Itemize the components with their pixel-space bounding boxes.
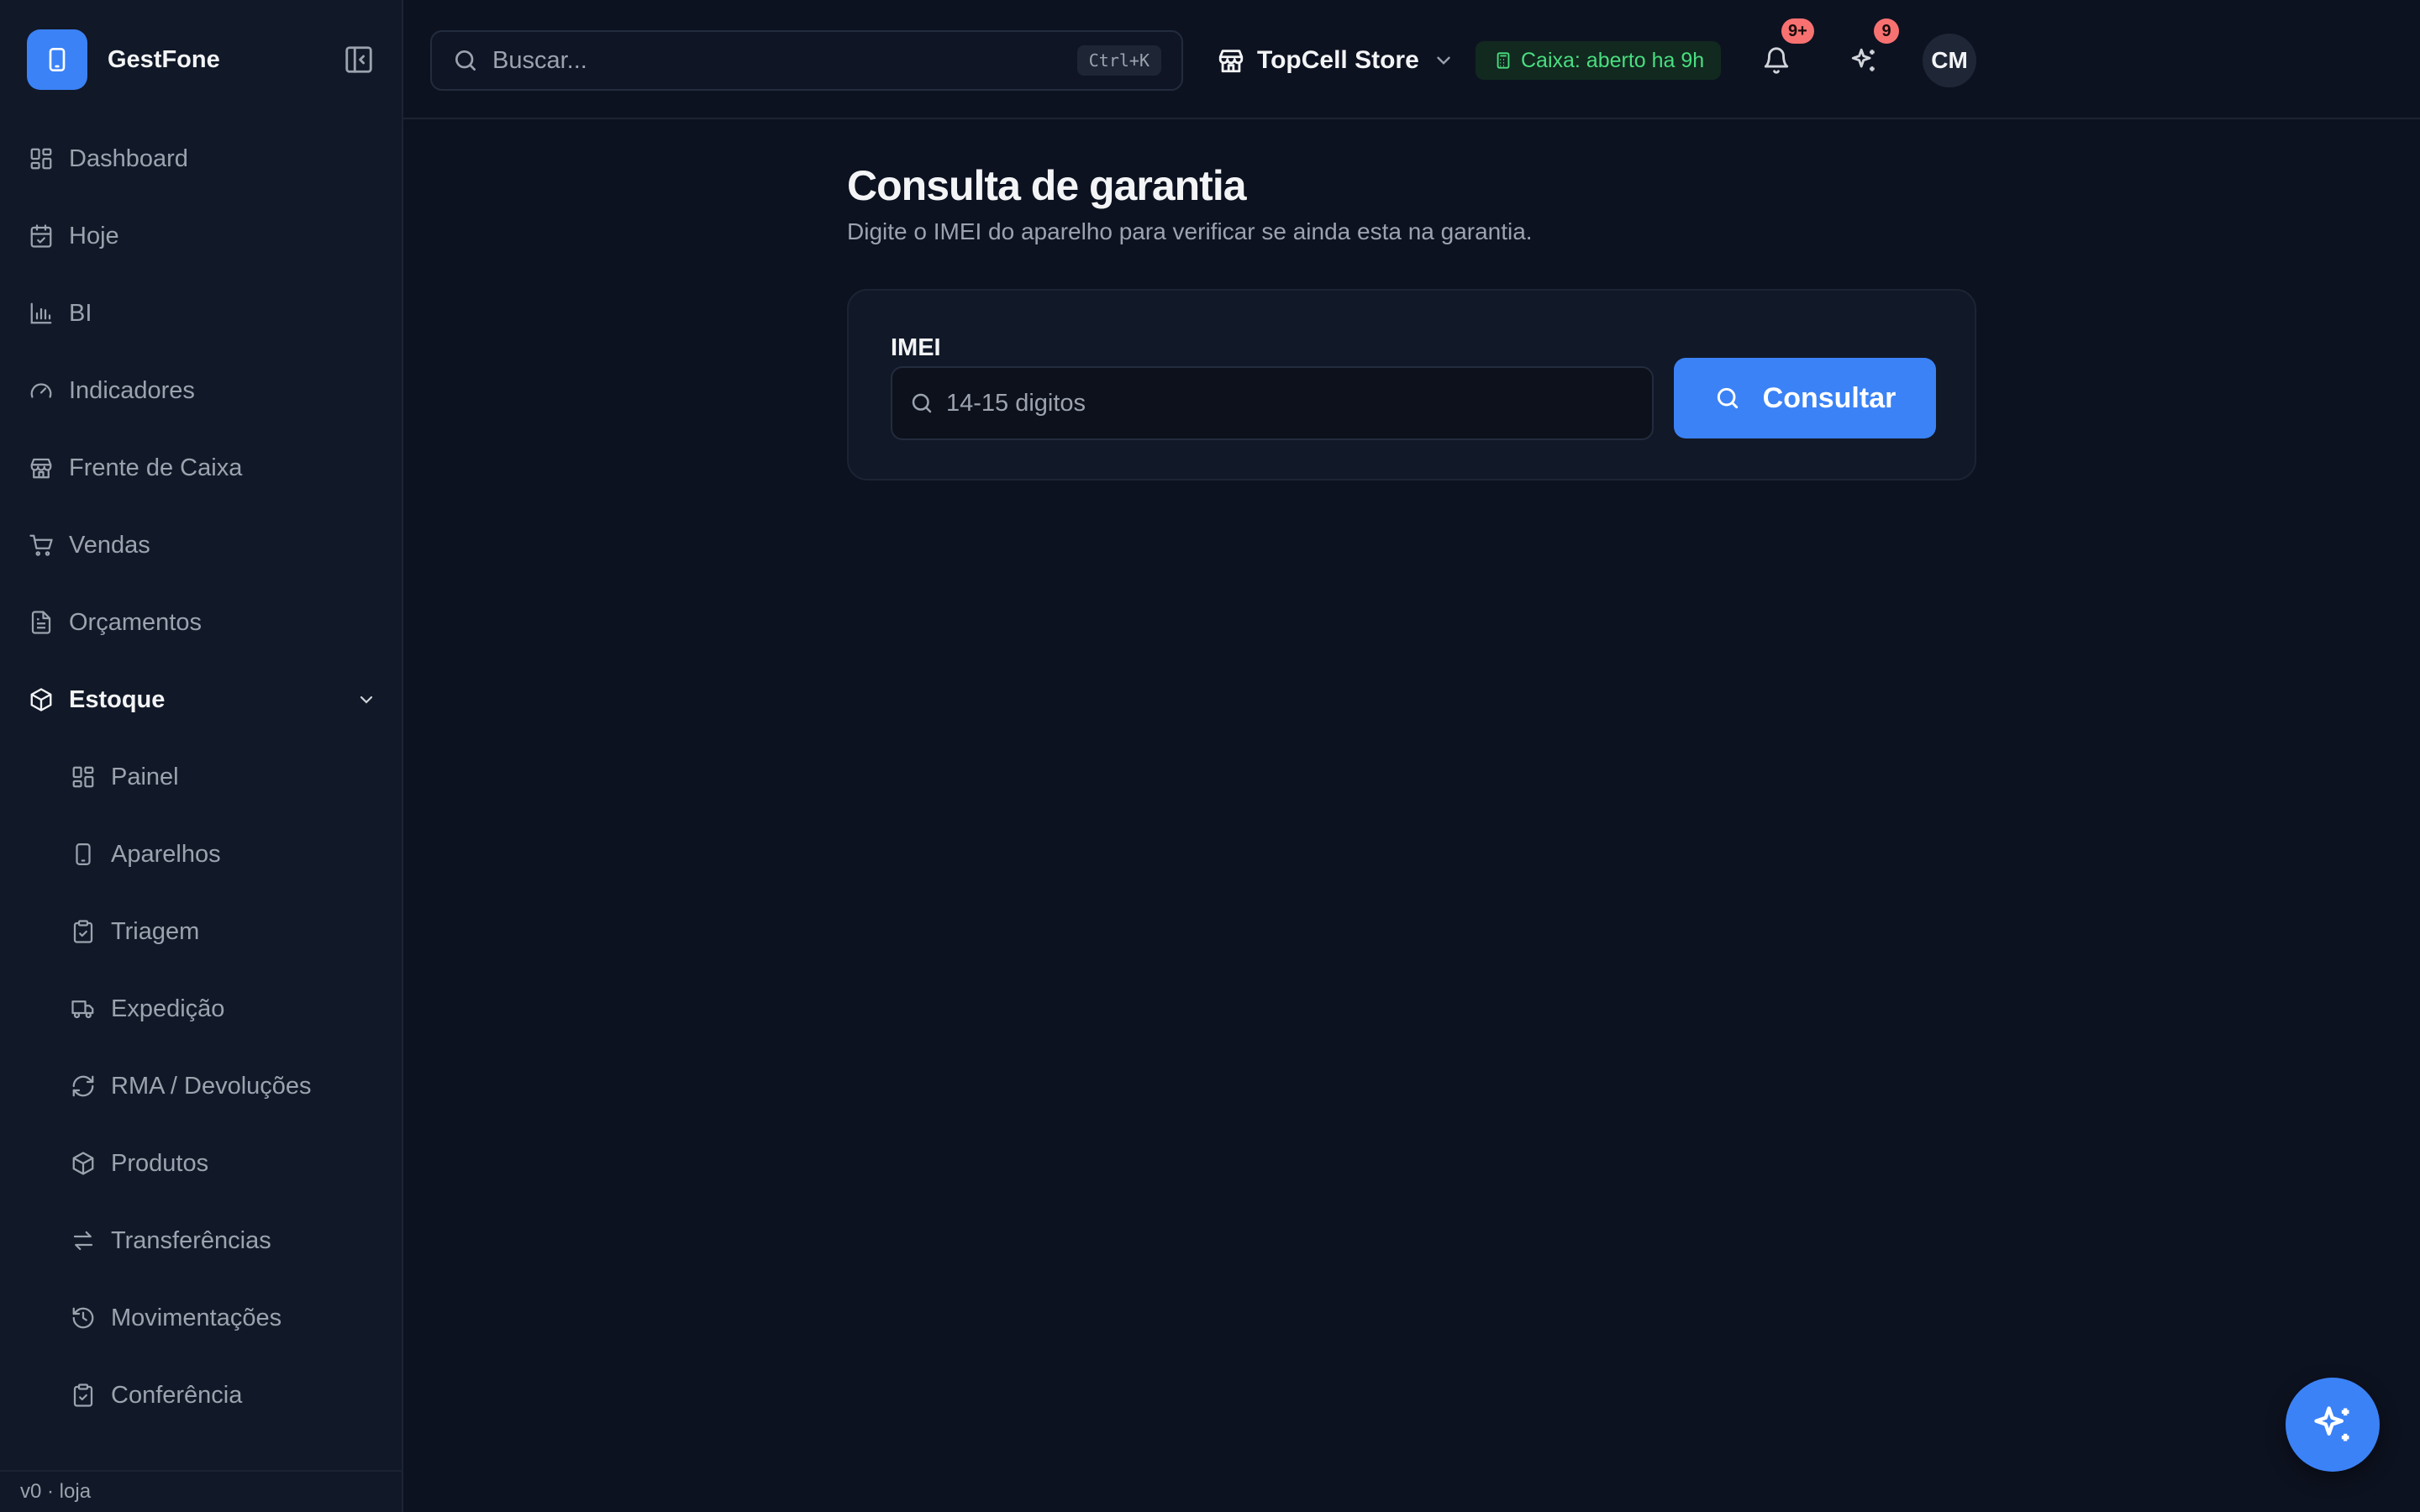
- refresh-icon: [69, 1072, 97, 1100]
- cart-icon: [27, 531, 55, 559]
- sidebar-item-produtos[interactable]: Produtos: [0, 1125, 403, 1202]
- sidebar-nav: Dashboard Hoje BI Indicadores Frente de …: [0, 120, 403, 1434]
- sidebar-item-label: Dashboard: [69, 144, 188, 172]
- dashboard-icon: [69, 763, 97, 791]
- clipboard-check-icon: [69, 1381, 97, 1410]
- sidebar-item-label: Frente de Caixa: [69, 454, 243, 481]
- sidebar-group-estoque[interactable]: Estoque: [0, 661, 403, 738]
- calculator-icon: [1494, 51, 1512, 70]
- warranty-lookup-card: IMEI Consultar: [847, 289, 1976, 480]
- sidebar-item-vendas[interactable]: Vendas: [0, 507, 403, 584]
- truck-icon: [69, 995, 97, 1023]
- sidebar: GestFone Dashboard Hoje BI Indicadores F…: [0, 0, 403, 1512]
- ai-count-badge: 9: [1874, 18, 1899, 44]
- imei-field-label: IMEI: [891, 334, 941, 361]
- sidebar-item-indicadores[interactable]: Indicadores: [0, 352, 403, 429]
- notifications-count-badge: 9+: [1781, 18, 1814, 44]
- bar-chart-icon: [27, 299, 55, 328]
- app-version: v0 · loja: [0, 1470, 402, 1512]
- sidebar-item-label: Painel: [111, 763, 179, 790]
- imei-field[interactable]: [891, 366, 1654, 440]
- sparkles-icon: [1851, 48, 1875, 71]
- history-icon: [69, 1304, 97, 1332]
- store-icon: [27, 454, 55, 482]
- search-icon: [1714, 385, 1741, 412]
- sidebar-item-bi[interactable]: BI: [0, 275, 403, 352]
- search-shortcut-hint: Ctrl+K: [1076, 45, 1161, 76]
- sidebar-item-label: BI: [69, 299, 92, 327]
- calendar-check-icon: [27, 222, 55, 250]
- sidebar-item-label: Movimentações: [111, 1304, 282, 1331]
- sparkles-icon: [2314, 1406, 2349, 1441]
- sidebar-item-label: Hoje: [69, 222, 119, 249]
- sidebar-item-label: Produtos: [111, 1149, 209, 1177]
- document-icon: [27, 608, 55, 637]
- sidebar-item-label: Triagem: [111, 917, 200, 945]
- sidebar-group-label: Estoque: [69, 685, 166, 713]
- smartphone-logo-icon: [27, 29, 87, 90]
- sidebar-item-aparelhos[interactable]: Aparelhos: [0, 816, 403, 893]
- sidebar-item-label: Aparelhos: [111, 840, 221, 868]
- store-selector[interactable]: TopCell Store: [1217, 34, 1455, 87]
- chevron-down-icon: [1433, 50, 1455, 71]
- sidebar-item-rma-devolucoes[interactable]: RMA / Devoluções: [0, 1047, 403, 1125]
- sidebar-item-label: Orçamentos: [69, 608, 202, 636]
- avatar[interactable]: CM: [1923, 34, 1976, 87]
- brand: GestFone: [27, 29, 376, 91]
- caixa-status-badge[interactable]: Caixa: aberto ha 9h: [1476, 41, 1722, 80]
- bell-icon: [1764, 47, 1789, 74]
- global-search[interactable]: Ctrl+K: [430, 30, 1183, 91]
- consultar-button-label: Consultar: [1762, 381, 1897, 414]
- sidebar-item-frente-de-caixa[interactable]: Frente de Caixa: [0, 429, 403, 507]
- search-input[interactable]: [492, 46, 1064, 75]
- sidebar-item-orcamentos[interactable]: Orçamentos: [0, 584, 403, 661]
- gauge-icon: [27, 376, 55, 405]
- clipboard-check-icon: [69, 917, 97, 946]
- arrows-swap-icon: [69, 1226, 97, 1255]
- page-title: Consulta de garantia: [847, 162, 1247, 209]
- imei-input[interactable]: [946, 389, 1652, 417]
- store-icon: [1217, 46, 1245, 75]
- sidebar-item-painel[interactable]: Painel: [0, 738, 403, 816]
- sidebar-item-label: Transferências: [111, 1226, 271, 1254]
- sidebar-item-dashboard[interactable]: Dashboard: [0, 120, 403, 197]
- page-subtitle: Digite o IMEI do aparelho para verificar…: [847, 218, 1533, 244]
- package-icon: [27, 685, 55, 714]
- brand-name: GestFone: [108, 45, 220, 73]
- smartphone-icon: [69, 840, 97, 869]
- search-icon: [452, 47, 479, 74]
- panel-left-icon: [345, 46, 372, 73]
- sidebar-item-transferencias[interactable]: Transferências: [0, 1202, 403, 1279]
- sidebar-item-movimentacoes[interactable]: Movimentações: [0, 1279, 403, 1357]
- top-header: Ctrl+K TopCell Store Caixa: aberto ha 9h…: [403, 0, 2420, 119]
- sidebar-item-triagem[interactable]: Triagem: [0, 893, 403, 970]
- chevron-down-icon: [356, 690, 376, 710]
- store-name: TopCell Store: [1257, 46, 1419, 74]
- sidebar-item-hoje[interactable]: Hoje: [0, 197, 403, 275]
- search-icon: [909, 391, 934, 416]
- dashboard-icon: [27, 144, 55, 173]
- sidebar-item-label: Expedição: [111, 995, 225, 1022]
- sidebar-collapse-button[interactable]: [341, 42, 376, 77]
- caixa-status-text: Caixa: aberto ha 9h: [1521, 48, 1705, 72]
- sidebar-item-label: Conferência: [111, 1381, 243, 1409]
- package-icon: [69, 1149, 97, 1178]
- sidebar-item-label: Indicadores: [69, 376, 195, 404]
- sidebar-item-label: RMA / Devoluções: [111, 1072, 312, 1100]
- sidebar-item-expedicao[interactable]: Expedição: [0, 970, 403, 1047]
- sidebar-item-conferencia[interactable]: Conferência: [0, 1357, 403, 1434]
- consultar-button[interactable]: Consultar: [1674, 358, 1936, 438]
- sidebar-item-label: Vendas: [69, 531, 150, 559]
- ai-assistant-fab[interactable]: [2286, 1378, 2380, 1472]
